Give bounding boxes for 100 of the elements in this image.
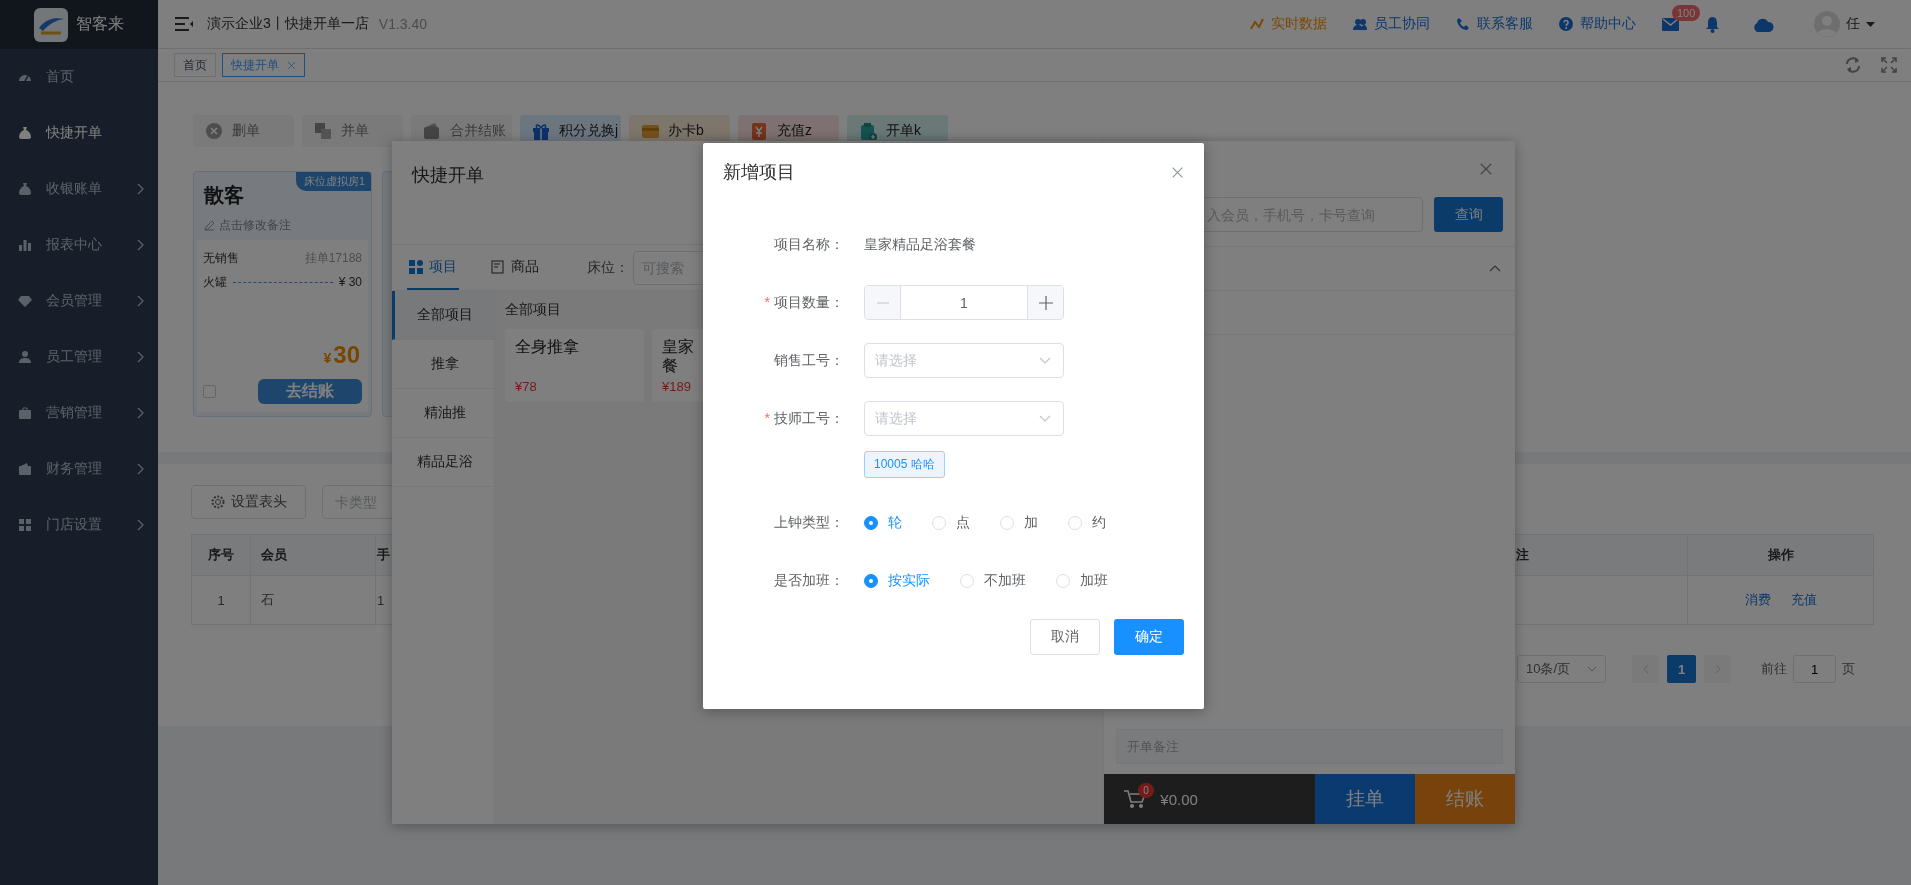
logo-text: 智客来 [76,14,124,34]
product-name: 皇家 餐 [662,337,694,375]
radio-option[interactable]: 加班 [1056,571,1108,590]
wallet-icon [423,122,441,140]
fullscreen-icon[interactable] [1881,57,1897,73]
sidebar-item[interactable]: 会员管理 [0,273,158,329]
seller-label: 无销售 [203,249,239,267]
page-suffix: 页 [1842,660,1855,678]
toolbar-button[interactable]: 并单 [302,115,403,147]
grid-icon [409,259,423,274]
category-item[interactable]: 精油推 [392,389,494,438]
header-link[interactable]: 员工协同 [1353,15,1430,33]
field-label: 床位： [587,257,629,277]
caret-down-icon[interactable] [1866,21,1875,27]
field-label: 是否加班： [774,571,845,590]
chevron-right-icon [136,463,144,475]
product-name: 全身推拿 [515,337,579,356]
column-header: 手 [377,546,390,564]
trend-line-icon [1250,17,1264,31]
product-price: ¥78 [515,379,538,394]
employee-tag: 10005 哈哈 [864,451,945,478]
radio-option[interactable]: 轮 [864,513,902,532]
briefcase-icon [18,406,32,420]
checkout-button[interactable]: 结账 [1415,774,1515,824]
toolbar-button[interactable]: 删单 [193,115,294,147]
table-cell: 1 [217,592,225,608]
section-title: 全部项目 [505,301,561,319]
select-field[interactable]: 请选择 [864,401,1064,436]
radio-option[interactable]: 加 [1000,513,1038,532]
product-card[interactable]: 全身推拿 ¥78 [505,329,644,402]
header-link[interactable]: 实时数据 [1250,15,1327,33]
action-link[interactable]: 充值 [1790,591,1817,609]
action-link[interactable]: 消费 [1744,591,1771,609]
checkout-button[interactable]: 去结账 [258,379,362,404]
menu-toggle-icon[interactable] [175,17,193,31]
checkbox[interactable] [203,385,216,398]
field-label: 上钟类型： [774,513,845,532]
refresh-icon[interactable] [1845,57,1861,73]
modal-title: 新增项目 [723,161,795,184]
sidebar-item[interactable]: 快捷开单 [0,105,158,161]
sidebar-item[interactable]: 营销管理 [0,385,158,441]
category-item[interactable]: 全部项目 [392,291,494,340]
plus-icon [1038,295,1053,310]
diamond-icon [18,294,32,308]
sidebar-item[interactable]: 收银账单 [0,161,158,217]
page-input[interactable]: 1 [1793,655,1836,683]
chevron-left-icon [1642,664,1649,674]
mail-icon[interactable] [1662,17,1679,31]
bell-icon[interactable] [1705,15,1720,33]
radio-option[interactable]: 约 [1068,513,1106,532]
category-item[interactable]: 推拿 [392,340,494,389]
close-icon[interactable] [287,60,296,70]
radio-option[interactable]: 按实际 [864,571,930,590]
settings-button[interactable]: 设置表头 [191,485,306,519]
sidebar-item[interactable]: 报表中心 [0,217,158,273]
table-cell: 1 [377,592,385,608]
chevron-right-icon [136,183,144,195]
cart-count-badge: 0 [1138,783,1154,798]
chevron-down-icon [1039,357,1051,364]
hold-order-button[interactable]: 挂单 [1315,774,1415,824]
help-icon [1559,17,1573,31]
field-value: 皇家精品足浴套餐 [864,235,977,254]
chevron-up-icon[interactable] [1489,265,1501,272]
sidebar-item[interactable]: 首页 [0,49,158,105]
notification-badge: 100 [1672,4,1701,21]
goto-label: 前往 [1761,660,1787,678]
increase-button[interactable] [1028,286,1063,319]
cloud-icon[interactable] [1752,16,1774,32]
radio-option[interactable]: 不加班 [960,571,1026,590]
tab[interactable]: 商品 [489,245,541,290]
chevron-down-icon [1587,666,1597,672]
logo-icon [34,7,68,42]
search-button[interactable]: 查询 [1434,197,1504,232]
close-icon[interactable] [1479,162,1493,176]
currency-symbol: ¥ [323,350,332,366]
confirm-button[interactable]: 确定 [1114,619,1184,655]
page-tab[interactable]: 首页 [174,53,216,77]
select-field[interactable]: 请选择 [864,343,1064,378]
chevron-right-icon [136,351,144,363]
sidebar-item[interactable]: 财务管理 [0,441,158,497]
page-tab[interactable]: 快捷开单 [222,53,305,77]
chevron-right-icon [136,295,144,307]
chevron-right-icon [136,407,144,419]
merge-squares-icon [314,122,332,140]
cancel-button[interactable]: 取消 [1030,619,1100,655]
chevron-right-icon [136,239,144,251]
item-price: ¥ 30 [338,275,362,289]
close-icon[interactable] [1171,165,1184,179]
sidebar-item[interactable]: 门店设置 [0,497,158,553]
sidebar-item[interactable]: 员工管理 [0,329,158,385]
header-link[interactable]: 帮助中心 [1559,15,1636,33]
radio-option[interactable]: 点 [932,513,970,532]
dialog-title: 快捷开单 [412,165,484,185]
bed-badge: 床位虚拟房1 [295,172,371,191]
page-size-select[interactable]: 10条/页 [1517,655,1606,683]
close-circle-icon [205,122,223,140]
page-number[interactable]: 1 [1667,655,1696,683]
column-header: 操作 [1767,546,1794,564]
header-link[interactable]: 联系客服 [1456,15,1533,33]
category-item[interactable]: 精品足浴 [392,438,494,487]
